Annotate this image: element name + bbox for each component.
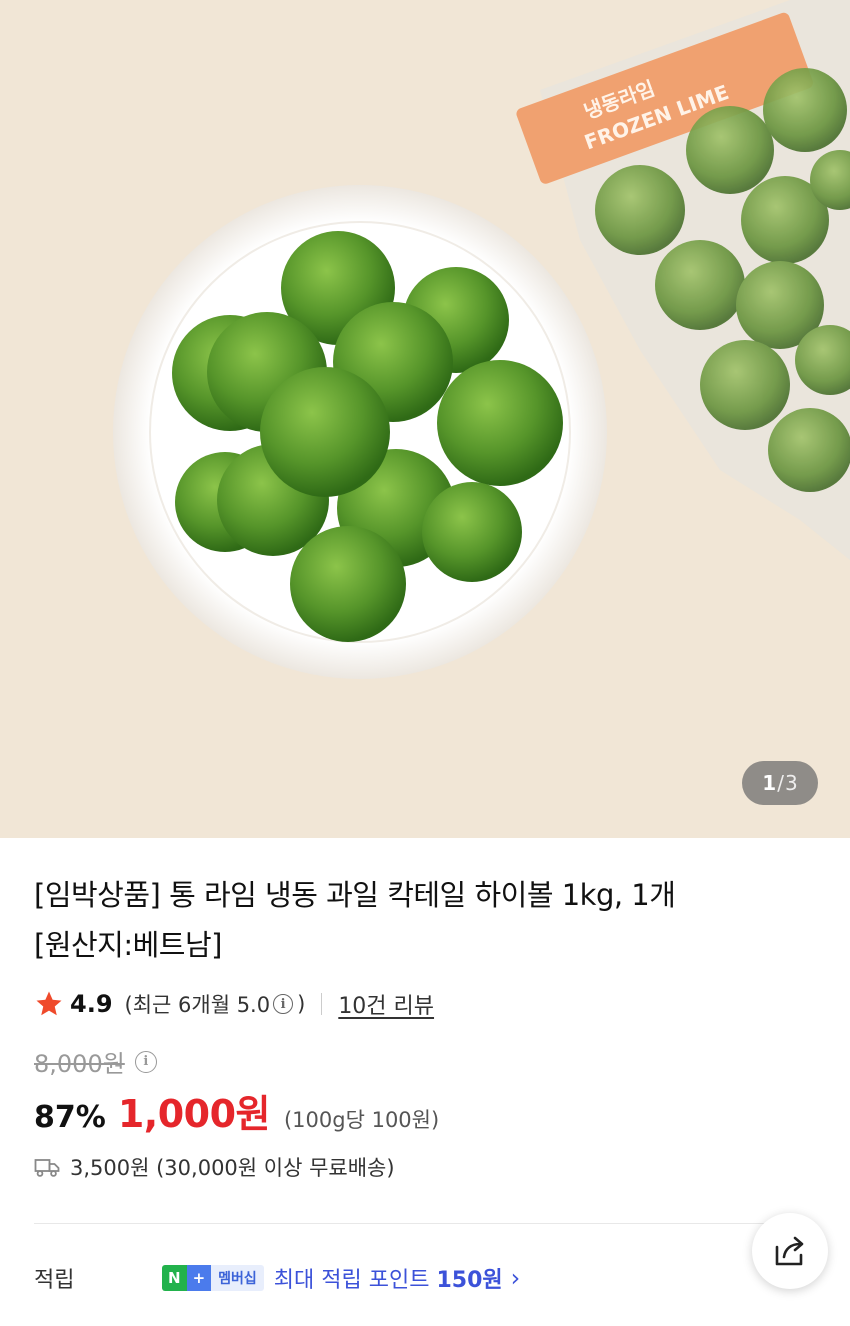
badge-member: 멤버십 bbox=[211, 1265, 264, 1291]
badge-plus: + bbox=[186, 1265, 212, 1291]
share-button[interactable] bbox=[752, 1213, 828, 1289]
image-counter-separator: / bbox=[777, 771, 784, 795]
star-icon bbox=[36, 991, 62, 1016]
discount-rate: 87% bbox=[34, 1100, 106, 1135]
product-title-line1: [임박상품] 통 라임 냉동 과일 칵테일 하이볼 1kg, 1개 bbox=[34, 878, 676, 912]
nplus-membership-badge: N + 멤버십 bbox=[162, 1265, 264, 1291]
points-label: 적립 bbox=[34, 1268, 75, 1293]
recent-rating-text: (최근 6개월 5.0 bbox=[124, 993, 271, 1017]
unit-price: (100g당 100원) bbox=[283, 1108, 440, 1132]
divider bbox=[321, 993, 323, 1015]
points-text-prefix: 최대 적립 포인트 bbox=[273, 1268, 437, 1293]
price-row: 87% 1,000원 (100g당 100원) bbox=[34, 1083, 439, 1138]
image-counter-total: 3 bbox=[784, 771, 798, 795]
review-count-link[interactable]: 10건 리뷰 bbox=[338, 988, 434, 1020]
product-title: [임박상품] 통 라임 냉동 과일 칵테일 하이볼 1kg, 1개 [원산지:베… bbox=[34, 870, 734, 970]
truck-icon bbox=[34, 1159, 60, 1177]
section-divider bbox=[34, 1223, 816, 1224]
sale-price: 1,000원 bbox=[117, 1092, 271, 1136]
chevron-right-icon: › bbox=[510, 1264, 521, 1292]
recent-rating: (최근 6개월 5.0 i ) bbox=[125, 989, 306, 1019]
badge-n: N bbox=[162, 1265, 187, 1291]
points-text: 최대 적립 포인트 150원 bbox=[274, 1262, 503, 1294]
image-counter: 1 / 3 bbox=[742, 761, 818, 805]
original-price-row: 8,000원 i bbox=[34, 1044, 161, 1079]
share-icon bbox=[775, 1236, 804, 1266]
rating-row: 4.9 (최근 6개월 5.0 i ) 10건 리뷰 bbox=[34, 984, 434, 1024]
product-image-carousel[interactable]: 냉동라임 FROZEN LIME 1 / 3 bbox=[0, 0, 850, 838]
points-amount: 150원 bbox=[436, 1268, 503, 1293]
original-price: 8,000원 bbox=[34, 1050, 125, 1078]
info-icon[interactable]: i bbox=[273, 994, 294, 1014]
price-info-icon[interactable]: i bbox=[134, 1050, 157, 1073]
rating-value: 4.9 bbox=[70, 990, 113, 1018]
shipping-row: 3,500원 (30,000원 이상 무료배송) bbox=[34, 1152, 395, 1182]
product-title-line2: [원산지:베트남] bbox=[34, 928, 222, 962]
shipping-text: 3,500원 (30,000원 이상 무료배송) bbox=[70, 1156, 395, 1180]
points-row[interactable]: 적립 N + 멤버십 최대 적립 포인트 150원 › bbox=[34, 1258, 634, 1298]
image-counter-current: 1 bbox=[762, 771, 777, 795]
recent-rating-close: ) bbox=[297, 992, 306, 1016]
product-photo: 냉동라임 FROZEN LIME bbox=[0, 0, 850, 838]
